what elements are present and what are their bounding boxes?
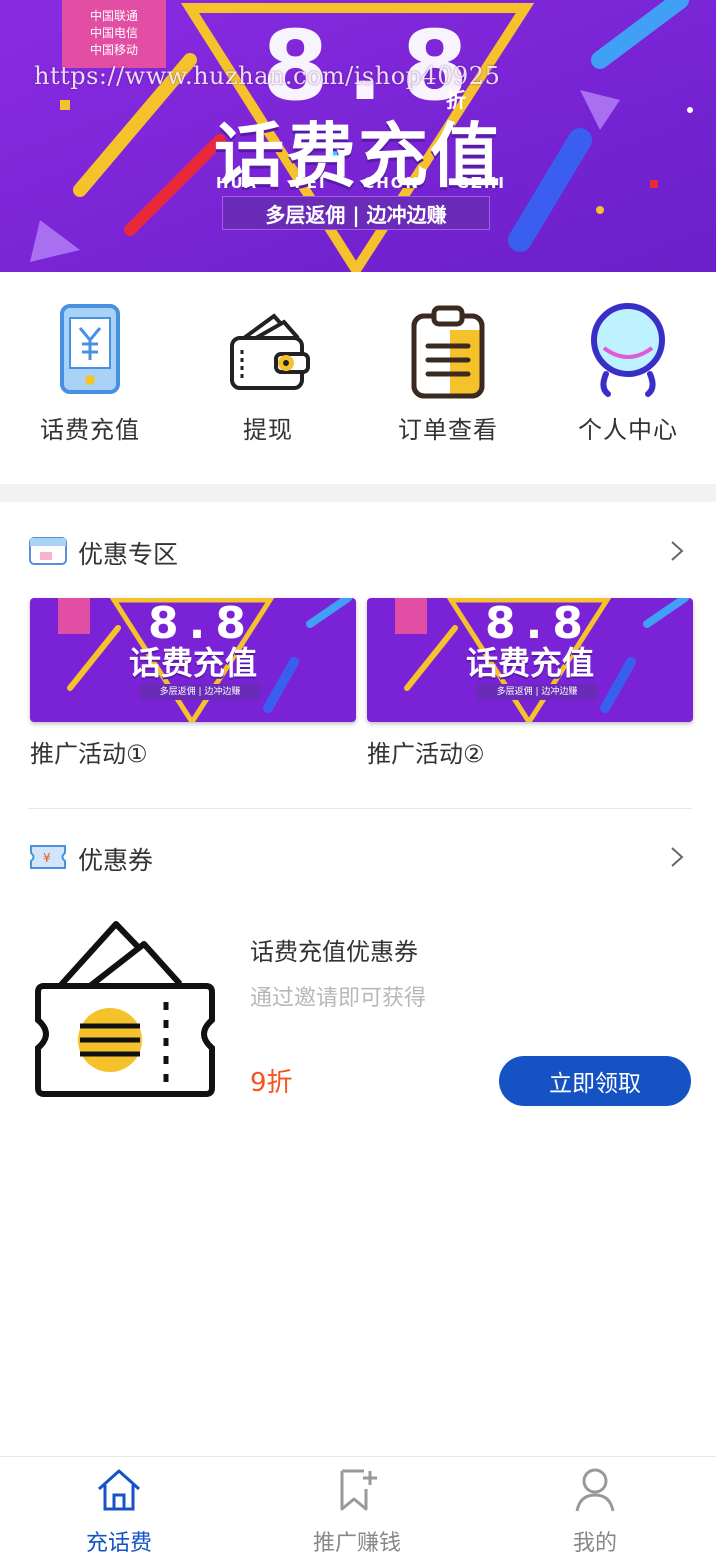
coupon-section-title: 优惠券: [78, 846, 154, 875]
tab-promote[interactable]: 推广赚钱: [238, 1465, 476, 1557]
quick-menu: 话费充值 提现 订单查看 个人中心: [0, 272, 716, 484]
pinyin-3: CHON: [363, 174, 421, 192]
coupon-discount: 9折: [250, 1068, 293, 1098]
banner-tagline: 多层返佣 | 边冲边赚: [222, 196, 490, 230]
promo-section-header[interactable]: 优惠专区: [28, 528, 692, 578]
promo-1-title: 话费充值: [128, 644, 257, 682]
home-icon: [94, 1465, 144, 1515]
chevron-right-icon[interactable]: [670, 846, 684, 868]
promo-image-2: 8.8 话费充值 多层返佣 | 边冲边赚: [367, 598, 693, 722]
coupon-ticket-icon: [30, 916, 220, 1106]
promo-section-title: 优惠专区: [78, 540, 179, 569]
promo-caption-1: 推广活动①: [30, 740, 148, 768]
person-icon: [570, 1465, 620, 1515]
quick-item-profile[interactable]: 个人中心: [538, 300, 716, 445]
tab-label-promote: 推广赚钱: [312, 1531, 401, 1556]
carrier-unicom: 中国联通: [89, 9, 138, 23]
quick-item-orders[interactable]: 订单查看: [358, 300, 538, 445]
ticket-icon: ¥: [28, 842, 68, 876]
watermark-url: https://www.huzhan.com/ishop40925: [34, 62, 501, 90]
promo-image-1: 8.8 话费充值 多层返佣 | 边冲边赚: [30, 598, 356, 722]
bottom-tab-bar: 充话费 推广赚钱 我的: [0, 1456, 716, 1559]
carrier-mobile: 中国移动: [89, 43, 138, 57]
quick-label-recharge: 话费充值: [40, 416, 140, 444]
quick-item-recharge[interactable]: 话费充值: [0, 300, 180, 445]
promo-2-title: 话费充值: [465, 644, 594, 682]
quick-label-withdraw: 提现: [243, 416, 293, 444]
pinyin-1: HUA: [216, 174, 258, 192]
tab-label-mine: 我的: [572, 1531, 617, 1556]
tab-mine[interactable]: 我的: [476, 1465, 714, 1557]
coupon-description: 通过邀请即可获得: [250, 986, 427, 1011]
wallet-icon: [218, 300, 318, 400]
section-gap: [0, 484, 716, 502]
pinyin-2: FEI: [294, 174, 327, 192]
promo-card-2[interactable]: 8.8 话费充值 多层返佣 | 边冲边赚 推广活动②: [367, 598, 695, 769]
tab-recharge[interactable]: 充话费: [0, 1465, 238, 1557]
banner-pinyin: HUA FEI CHON GZHI: [216, 174, 506, 192]
phone-yuan-icon: [40, 300, 140, 400]
bookmark-plus-icon: [332, 1465, 382, 1515]
svg-text:¥: ¥: [43, 851, 51, 865]
carrier-badge: 中国联通 中国电信 中国移动: [62, 0, 166, 68]
quick-label-orders: 订单查看: [398, 416, 498, 444]
top-banner[interactable]: 中国联通 中国电信 中国移动 8.8 折 话费充值 HUA FEI CHON G…: [0, 0, 716, 272]
user-circle-icon: [578, 300, 678, 400]
coupon-section-header[interactable]: ¥ 优惠券: [28, 834, 692, 884]
coupon-title: 话费充值优惠券: [250, 938, 418, 966]
quick-item-withdraw[interactable]: 提现: [178, 300, 358, 445]
quick-label-profile: 个人中心: [578, 416, 678, 444]
tab-label-recharge: 充话费: [85, 1531, 152, 1556]
chevron-right-icon[interactable]: [670, 540, 684, 562]
promo-caption-2: 推广活动②: [367, 740, 485, 768]
promo-1-tagline: 多层返佣 | 边冲边赚: [140, 684, 260, 700]
divider: [28, 808, 692, 809]
promo-2-tagline: 多层返佣 | 边冲边赚: [477, 684, 597, 700]
promo-section-icon: [28, 534, 68, 572]
carrier-telecom: 中国电信: [89, 26, 138, 40]
claim-coupon-button[interactable]: 立即领取: [499, 1056, 691, 1106]
clipboard-icon: [398, 300, 498, 400]
promo-card-1[interactable]: 8.8 话费充值 多层返佣 | 边冲边赚 推广活动①: [30, 598, 358, 769]
pinyin-4: GZHI: [456, 174, 506, 192]
